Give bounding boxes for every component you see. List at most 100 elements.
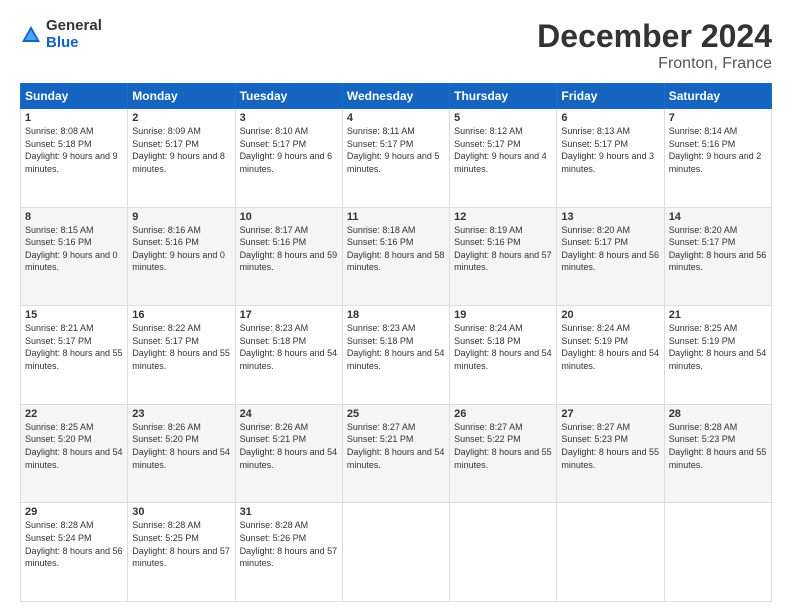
day-number: 24: [240, 408, 338, 420]
day-number: 23: [132, 408, 230, 420]
sunset-label: Sunset: 5:17 PM: [561, 139, 628, 149]
sunset-label: Sunset: 5:17 PM: [240, 139, 307, 149]
sunset-label: Sunset: 5:21 PM: [347, 434, 414, 444]
day-info: Sunrise: 8:23 AM Sunset: 5:18 PM Dayligh…: [347, 322, 445, 372]
sunrise-label: Sunrise: 8:27 AM: [561, 422, 630, 432]
calendar-cell: 24 Sunrise: 8:26 AM Sunset: 5:21 PM Dayl…: [235, 404, 342, 503]
day-number: 26: [454, 408, 552, 420]
calendar-cell: 25 Sunrise: 8:27 AM Sunset: 5:21 PM Dayl…: [342, 404, 449, 503]
day-number: 11: [347, 211, 445, 223]
day-info: Sunrise: 8:23 AM Sunset: 5:18 PM Dayligh…: [240, 322, 338, 372]
sunset-label: Sunset: 5:16 PM: [347, 237, 414, 247]
day-info: Sunrise: 8:20 AM Sunset: 5:17 PM Dayligh…: [669, 224, 767, 274]
day-info: Sunrise: 8:27 AM Sunset: 5:21 PM Dayligh…: [347, 421, 445, 471]
calendar-cell: 5 Sunrise: 8:12 AM Sunset: 5:17 PM Dayli…: [450, 109, 557, 208]
day-number: 27: [561, 408, 659, 420]
calendar-cell: 20 Sunrise: 8:24 AM Sunset: 5:19 PM Dayl…: [557, 306, 664, 405]
calendar-cell: 3 Sunrise: 8:10 AM Sunset: 5:17 PM Dayli…: [235, 109, 342, 208]
sunrise-label: Sunrise: 8:18 AM: [347, 225, 416, 235]
day-info: Sunrise: 8:10 AM Sunset: 5:17 PM Dayligh…: [240, 125, 338, 175]
daylight-label: Daylight: 8 hours and 55 minutes.: [25, 348, 123, 371]
sunrise-label: Sunrise: 8:10 AM: [240, 126, 309, 136]
col-sunday: Sunday: [21, 84, 128, 109]
daylight-label: Daylight: 8 hours and 54 minutes.: [240, 447, 338, 470]
sunrise-label: Sunrise: 8:20 AM: [669, 225, 738, 235]
day-info: Sunrise: 8:13 AM Sunset: 5:17 PM Dayligh…: [561, 125, 659, 175]
day-info: Sunrise: 8:27 AM Sunset: 5:23 PM Dayligh…: [561, 421, 659, 471]
day-number: 28: [669, 408, 767, 420]
day-info: Sunrise: 8:28 AM Sunset: 5:23 PM Dayligh…: [669, 421, 767, 471]
sunrise-label: Sunrise: 8:12 AM: [454, 126, 523, 136]
day-info: Sunrise: 8:15 AM Sunset: 5:16 PM Dayligh…: [25, 224, 123, 274]
day-number: 12: [454, 211, 552, 223]
day-info: Sunrise: 8:22 AM Sunset: 5:17 PM Dayligh…: [132, 322, 230, 372]
calendar-cell: [342, 503, 449, 602]
sunrise-label: Sunrise: 8:28 AM: [240, 520, 309, 530]
sunset-label: Sunset: 5:16 PM: [132, 237, 199, 247]
daylight-label: Daylight: 8 hours and 56 minutes.: [25, 546, 123, 569]
day-number: 5: [454, 112, 552, 124]
sunrise-label: Sunrise: 8:11 AM: [347, 126, 415, 136]
sunset-label: Sunset: 5:18 PM: [25, 139, 92, 149]
day-info: Sunrise: 8:26 AM Sunset: 5:20 PM Dayligh…: [132, 421, 230, 471]
sunrise-label: Sunrise: 8:09 AM: [132, 126, 201, 136]
sunrise-label: Sunrise: 8:25 AM: [669, 323, 738, 333]
calendar-cell: 12 Sunrise: 8:19 AM Sunset: 5:16 PM Dayl…: [450, 207, 557, 306]
day-number: 17: [240, 309, 338, 321]
daylight-label: Daylight: 8 hours and 54 minutes.: [347, 447, 445, 470]
calendar-week-2: 8 Sunrise: 8:15 AM Sunset: 5:16 PM Dayli…: [21, 207, 772, 306]
logo: General Blue: [20, 18, 102, 51]
daylight-label: Daylight: 8 hours and 57 minutes.: [132, 546, 230, 569]
sunrise-label: Sunrise: 8:19 AM: [454, 225, 523, 235]
sunset-label: Sunset: 5:16 PM: [669, 139, 736, 149]
day-number: 31: [240, 506, 338, 518]
sunset-label: Sunset: 5:22 PM: [454, 434, 521, 444]
page: General Blue December 2024 Fronton, Fran…: [0, 0, 792, 612]
sunrise-label: Sunrise: 8:22 AM: [132, 323, 201, 333]
calendar-cell: 26 Sunrise: 8:27 AM Sunset: 5:22 PM Dayl…: [450, 404, 557, 503]
sunrise-label: Sunrise: 8:28 AM: [25, 520, 94, 530]
day-number: 4: [347, 112, 445, 124]
day-number: 1: [25, 112, 123, 124]
sunset-label: Sunset: 5:16 PM: [240, 237, 307, 247]
logo-blue: Blue: [46, 35, 102, 52]
daylight-label: Daylight: 9 hours and 3 minutes.: [561, 151, 654, 174]
sunrise-label: Sunrise: 8:26 AM: [240, 422, 309, 432]
daylight-label: Daylight: 8 hours and 57 minutes.: [454, 250, 552, 273]
day-info: Sunrise: 8:28 AM Sunset: 5:24 PM Dayligh…: [25, 519, 123, 569]
day-number: 30: [132, 506, 230, 518]
day-info: Sunrise: 8:27 AM Sunset: 5:22 PM Dayligh…: [454, 421, 552, 471]
sunset-label: Sunset: 5:19 PM: [669, 336, 736, 346]
daylight-label: Daylight: 8 hours and 55 minutes.: [454, 447, 552, 470]
sunrise-label: Sunrise: 8:28 AM: [132, 520, 201, 530]
sunset-label: Sunset: 5:17 PM: [25, 336, 92, 346]
sunset-label: Sunset: 5:17 PM: [561, 237, 628, 247]
daylight-label: Daylight: 9 hours and 2 minutes.: [669, 151, 762, 174]
sunrise-label: Sunrise: 8:27 AM: [347, 422, 416, 432]
daylight-label: Daylight: 8 hours and 54 minutes.: [454, 348, 552, 371]
day-info: Sunrise: 8:17 AM Sunset: 5:16 PM Dayligh…: [240, 224, 338, 274]
daylight-label: Daylight: 8 hours and 55 minutes.: [669, 447, 767, 470]
calendar-cell: 13 Sunrise: 8:20 AM Sunset: 5:17 PM Dayl…: [557, 207, 664, 306]
sunset-label: Sunset: 5:16 PM: [25, 237, 92, 247]
logo-general: General: [46, 18, 102, 35]
sunrise-label: Sunrise: 8:23 AM: [347, 323, 416, 333]
day-info: Sunrise: 8:20 AM Sunset: 5:17 PM Dayligh…: [561, 224, 659, 274]
calendar-week-5: 29 Sunrise: 8:28 AM Sunset: 5:24 PM Dayl…: [21, 503, 772, 602]
day-info: Sunrise: 8:24 AM Sunset: 5:19 PM Dayligh…: [561, 322, 659, 372]
sunset-label: Sunset: 5:17 PM: [669, 237, 736, 247]
daylight-label: Daylight: 9 hours and 9 minutes.: [25, 151, 118, 174]
sunrise-label: Sunrise: 8:24 AM: [561, 323, 630, 333]
sunrise-label: Sunrise: 8:15 AM: [25, 225, 94, 235]
daylight-label: Daylight: 9 hours and 8 minutes.: [132, 151, 225, 174]
daylight-label: Daylight: 8 hours and 54 minutes.: [25, 447, 123, 470]
daylight-label: Daylight: 9 hours and 0 minutes.: [132, 250, 225, 273]
day-number: 25: [347, 408, 445, 420]
daylight-label: Daylight: 9 hours and 4 minutes.: [454, 151, 547, 174]
calendar-cell: [557, 503, 664, 602]
sunrise-label: Sunrise: 8:14 AM: [669, 126, 738, 136]
col-friday: Friday: [557, 84, 664, 109]
calendar-cell: 21 Sunrise: 8:25 AM Sunset: 5:19 PM Dayl…: [664, 306, 771, 405]
calendar-cell: 29 Sunrise: 8:28 AM Sunset: 5:24 PM Dayl…: [21, 503, 128, 602]
day-info: Sunrise: 8:18 AM Sunset: 5:16 PM Dayligh…: [347, 224, 445, 274]
